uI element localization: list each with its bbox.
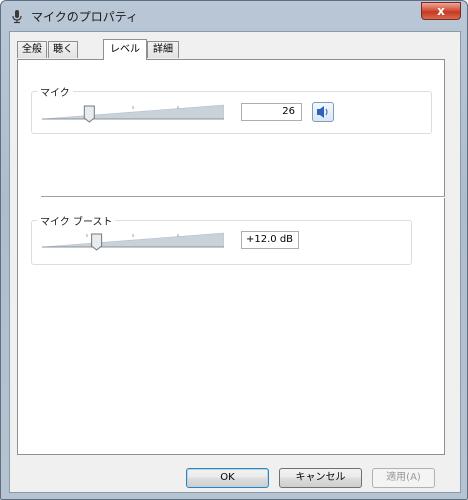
levels-panel: マイク 26 マイク ブースト +12.0 dB [17, 59, 445, 455]
tab-listen[interactable]: 聴く [48, 41, 78, 58]
mute-button[interactable] [312, 102, 334, 122]
boost-slider-thumb[interactable] [91, 233, 103, 251]
title-bar[interactable]: マイクのプロパティ x [1, 1, 467, 31]
mic-boost-label: マイク ブースト [37, 213, 116, 228]
tab-general[interactable]: 全般 [17, 41, 47, 58]
dialog-client-area: 全般 聴く レベル 詳細 マイク 26 マイク ブースト +12.0 dB OK… [9, 31, 461, 493]
cancel-button[interactable]: キャンセル [279, 468, 362, 488]
mic-boost-value[interactable]: +12.0 dB [241, 231, 299, 249]
mic-level-group: マイク 26 [31, 84, 432, 134]
ok-button[interactable]: OK [186, 468, 269, 488]
close-button[interactable]: x [421, 2, 461, 20]
mic-level-label: マイク [37, 84, 73, 99]
mic-boost-slider[interactable] [42, 230, 224, 252]
tab-advanced[interactable]: 詳細 [147, 41, 179, 58]
microphone-icon [9, 8, 25, 24]
mic-slider-graphic [42, 104, 224, 123]
mic-boost-group: マイク ブースト +12.0 dB [31, 213, 412, 265]
boost-slider-graphic [42, 232, 224, 251]
level-separator [41, 196, 445, 198]
speaker-icon [317, 106, 328, 118]
mic-level-slider[interactable] [42, 102, 224, 124]
apply-button[interactable]: 適用(A) [372, 468, 435, 488]
window-title: マイクのプロパティ [31, 10, 139, 24]
properties-window: マイクのプロパティ x 全般 聴く レベル 詳細 マイク 26 マイク ブースト… [0, 0, 468, 500]
tab-levels[interactable]: レベル [103, 39, 147, 60]
mic-level-value[interactable]: 26 [241, 103, 302, 121]
close-icon: x [437, 4, 445, 18]
mic-slider-thumb[interactable] [83, 105, 95, 123]
